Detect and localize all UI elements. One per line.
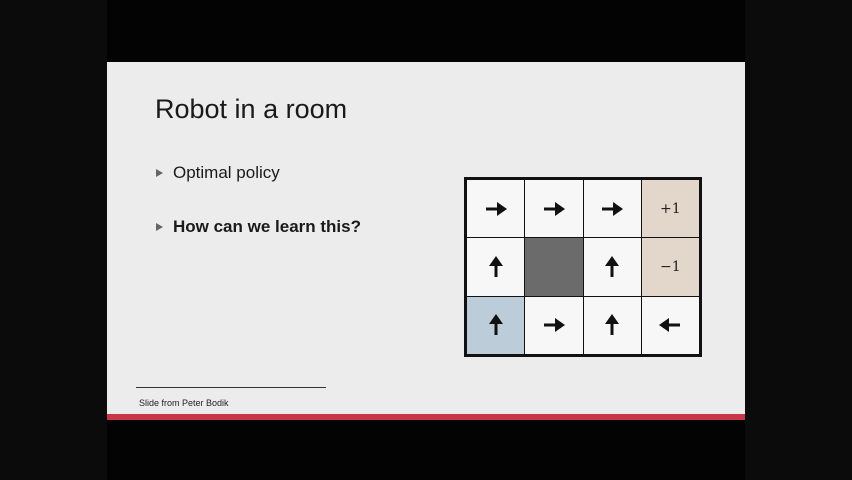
bullet-text: How can we learn this?: [173, 217, 361, 236]
footnote-divider: [136, 387, 326, 388]
grid-cell: [583, 238, 641, 296]
grid-cell: [583, 180, 641, 238]
arrow-right-icon: [543, 318, 565, 333]
grid-cell-wall: [525, 238, 583, 296]
reward-label: −1: [660, 258, 681, 275]
reward-label: +1: [660, 200, 681, 217]
arrow-up-icon: [605, 314, 620, 336]
arrow-right-icon: [602, 201, 624, 216]
arrow-right-icon: [543, 201, 565, 216]
arrow-up-icon: [488, 314, 503, 336]
footnote-credit: Slide from Peter Bodik: [139, 398, 229, 408]
slide-accent-bar: [107, 414, 745, 420]
video-frame: Robot in a room Optimal policy How can w…: [0, 0, 852, 480]
arrow-right-icon: [485, 201, 507, 216]
grid-cell: [467, 238, 525, 296]
grid-cell-terminal: +1: [641, 180, 699, 238]
bullet-text: Optimal policy: [173, 163, 280, 182]
letterbox-left: [0, 0, 107, 480]
grid-cell: [467, 180, 525, 238]
bullet-optimal-policy: Optimal policy: [156, 163, 280, 183]
grid-cell-start: [467, 296, 525, 354]
gridworld-policy-diagram: +1 −1: [464, 177, 702, 357]
arrow-up-icon: [605, 255, 620, 277]
arrow-up-icon: [488, 255, 503, 277]
grid-cell: [641, 296, 699, 354]
slide: Robot in a room Optimal policy How can w…: [107, 62, 745, 414]
grid-cell-terminal: −1: [641, 238, 699, 296]
arrow-left-icon: [659, 318, 681, 333]
grid-cell: [525, 296, 583, 354]
bullet-triangle-icon: [156, 223, 163, 231]
slide-title: Robot in a room: [155, 94, 348, 124]
letterbox-right: [745, 0, 852, 480]
grid-cell: [583, 296, 641, 354]
bullet-triangle-icon: [156, 169, 163, 177]
grid-cell: [525, 180, 583, 238]
bullet-how-learn: How can we learn this?: [156, 217, 361, 237]
